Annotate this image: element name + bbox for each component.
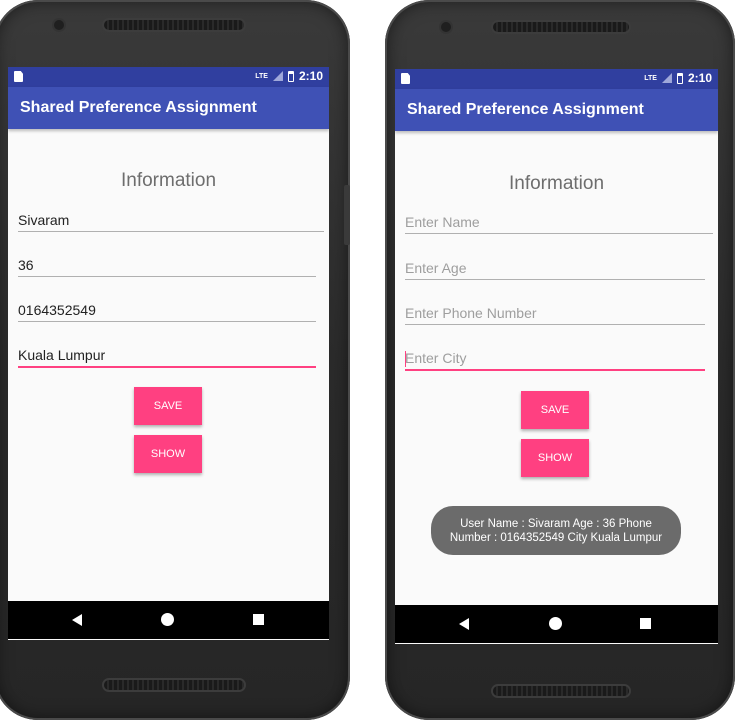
status-bar: LTE 2:10 bbox=[8, 67, 329, 87]
show-button[interactable]: SHOW bbox=[134, 435, 202, 473]
app-toolbar: Shared Preference Assignment bbox=[8, 87, 329, 129]
back-icon[interactable] bbox=[72, 614, 82, 626]
phone-field[interactable] bbox=[405, 302, 705, 325]
signal-icon bbox=[661, 73, 672, 83]
information-heading: Information bbox=[120, 170, 217, 191]
left-phone-camera bbox=[54, 20, 64, 30]
back-icon[interactable] bbox=[459, 618, 469, 630]
navigation-bar bbox=[395, 605, 718, 643]
status-bar: LTE 2:10 bbox=[395, 69, 718, 89]
status-time: 2:10 bbox=[687, 71, 712, 85]
navigation-bar bbox=[8, 601, 329, 639]
app-title: Shared Preference Assignment bbox=[20, 99, 257, 116]
information-heading: Information bbox=[508, 173, 605, 194]
toast-text: User Name : Sivaram Age : 36 Phone Numbe… bbox=[449, 517, 663, 544]
show-button[interactable]: SHOW bbox=[521, 439, 589, 477]
network-type: LTE bbox=[255, 72, 268, 80]
left-phone-bottom-speaker bbox=[104, 680, 244, 690]
battery-icon bbox=[676, 72, 683, 84]
status-time: 2:10 bbox=[298, 69, 323, 83]
right-phone-earpiece bbox=[493, 22, 629, 32]
battery-icon bbox=[287, 70, 294, 82]
right-phone-camera bbox=[441, 22, 451, 32]
age-field[interactable] bbox=[405, 257, 705, 280]
toast-message: User Name : Sivaram Age : 36 Phone Numbe… bbox=[431, 506, 681, 555]
right-screen: LTE 2:10 Shared Preference Assignment In… bbox=[395, 69, 718, 644]
left-phone-earpiece bbox=[104, 20, 244, 30]
name-field[interactable] bbox=[405, 211, 713, 234]
sim-card-icon bbox=[14, 71, 23, 82]
name-field[interactable] bbox=[18, 209, 324, 232]
network-type: LTE bbox=[644, 74, 657, 82]
right-phone-bottom-speaker bbox=[493, 686, 629, 696]
text-cursor bbox=[405, 351, 406, 367]
recent-apps-icon[interactable] bbox=[253, 614, 264, 625]
recent-apps-icon[interactable] bbox=[640, 618, 651, 629]
save-button[interactable]: SAVE bbox=[521, 391, 589, 429]
sim-card-icon bbox=[401, 73, 410, 84]
left-phone-side-button bbox=[344, 185, 350, 245]
home-icon[interactable] bbox=[161, 613, 174, 626]
signal-icon bbox=[272, 71, 283, 81]
age-field[interactable] bbox=[18, 254, 316, 277]
app-title: Shared Preference Assignment bbox=[407, 101, 644, 118]
phone-field[interactable] bbox=[18, 299, 316, 322]
city-field[interactable] bbox=[405, 347, 705, 371]
home-icon[interactable] bbox=[549, 617, 562, 630]
save-button[interactable]: SAVE bbox=[134, 387, 202, 425]
city-field[interactable] bbox=[18, 344, 316, 368]
app-toolbar: Shared Preference Assignment bbox=[395, 89, 718, 131]
left-screen: LTE 2:10 Shared Preference Assignment In… bbox=[8, 67, 329, 640]
